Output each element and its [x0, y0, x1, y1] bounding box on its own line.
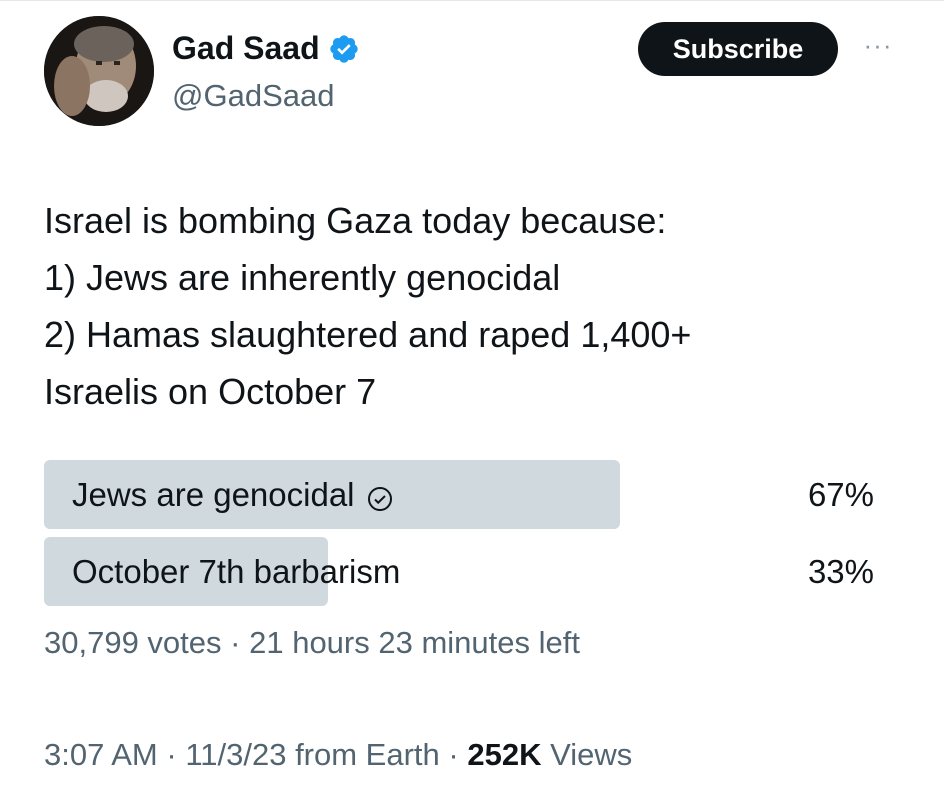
views-label: Views	[550, 737, 633, 772]
poll-option-percent: 33%	[807, 552, 874, 590]
author-handle[interactable]: @GadSaad	[172, 78, 334, 114]
tweet-line: 2) Hamas slaughtered and raped 1,400+	[44, 314, 692, 355]
tweet-time[interactable]: 3:07 AM	[44, 737, 158, 772]
poll-option-label: Jews are genocidal	[72, 475, 355, 513]
tweet-line: Israelis on October 7	[44, 371, 377, 412]
tweet-timestamp: 3:07 AM · 11/3/23 from Earth · 252K View…	[44, 737, 632, 773]
verified-badge-icon	[328, 33, 360, 65]
subscribe-button[interactable]: Subscribe	[638, 22, 838, 76]
poll-option-label-row: Jews are genocidal	[72, 460, 393, 529]
tweet-text: Israel is bombing Gaza today because: 1)…	[44, 192, 904, 420]
avatar-photo	[44, 16, 154, 126]
poll-option-2: October 7th barbarism 33%	[44, 537, 874, 606]
views-count[interactable]: 252K	[467, 737, 541, 772]
more-options-icon[interactable]: ···	[858, 30, 898, 60]
top-divider	[0, 0, 944, 1]
author-name-row: Gad Saad	[172, 30, 360, 67]
author-name[interactable]: Gad Saad	[172, 30, 320, 67]
poll-time-left: 21 hours 23 minutes left	[249, 625, 580, 660]
separator: ·	[166, 737, 177, 772]
separator: ·	[230, 625, 241, 660]
tweet-date-source[interactable]: 11/3/23 from Earth	[185, 737, 439, 772]
poll-option-label: October 7th barbarism	[72, 552, 401, 590]
poll-option-percent: 67%	[807, 475, 874, 513]
poll-votes: 30,799 votes	[44, 625, 222, 660]
tweet-line: Israel is bombing Gaza today because:	[44, 200, 667, 241]
selected-check-icon	[367, 482, 393, 511]
avatar[interactable]	[44, 16, 154, 126]
separator: ·	[448, 737, 459, 772]
tweet-line: 1) Jews are inherently genocidal	[44, 257, 561, 298]
poll-meta: 30,799 votes · 21 hours 23 minutes left	[44, 625, 580, 661]
poll-option-1: Jews are genocidal 67%	[44, 460, 874, 529]
poll-option-label-row: October 7th barbarism	[72, 537, 400, 606]
